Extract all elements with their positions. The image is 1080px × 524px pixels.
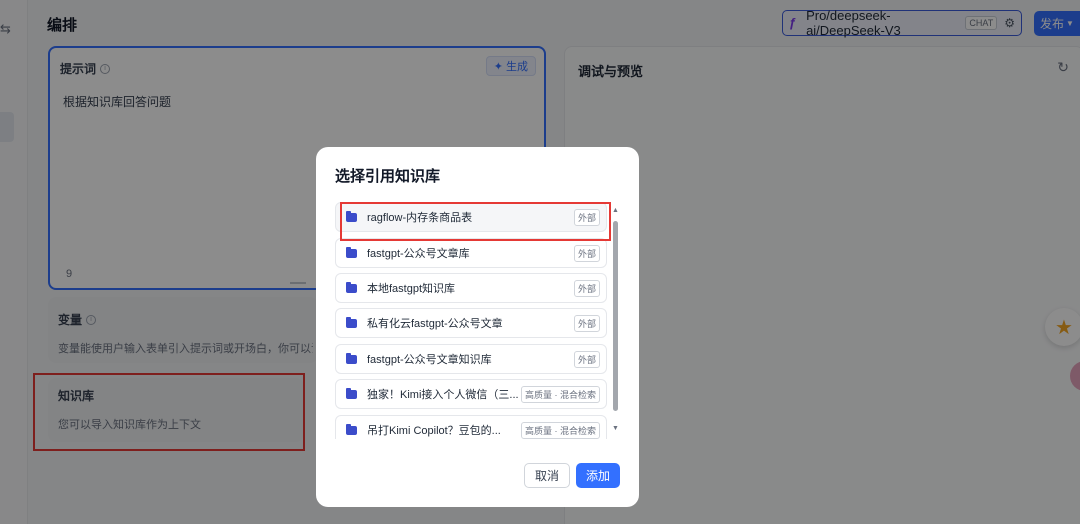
annotation-highlight-ragflow-item	[340, 202, 611, 241]
knowledge-list-item[interactable]: fastgpt-公众号文章知识库 外部	[335, 344, 607, 374]
list-scrollbar[interactable]: ▲ ▼	[611, 207, 621, 439]
scrollbar-thumb[interactable]	[613, 221, 618, 411]
folder-icon	[346, 352, 357, 364]
folder-icon	[346, 387, 357, 399]
folder-icon	[346, 281, 357, 293]
source-tag: 外部	[573, 314, 600, 332]
select-knowledge-modal: 选择引用知识库 ragflow-内存条商品表 外部 fastgpt-公众号文章库…	[316, 147, 639, 507]
folder-icon	[346, 316, 357, 328]
knowledge-list-item[interactable]: 吊打Kimi Copilot？豆包的... 高质量 · 混合检索	[335, 415, 607, 439]
folder-icon	[346, 423, 357, 435]
source-tag: 外部	[573, 244, 600, 262]
modal-title: 选择引用知识库	[335, 168, 441, 185]
source-tag: 外部	[573, 350, 600, 368]
knowledge-list-item[interactable]: 本地fastgpt知识库 外部	[335, 273, 607, 303]
knowledge-list-item[interactable]: fastgpt-公众号文章库 外部	[335, 238, 607, 268]
scroll-up-icon[interactable]: ▲	[612, 207, 619, 214]
cancel-button[interactable]: 取消	[524, 463, 570, 488]
add-button[interactable]: 添加	[576, 463, 620, 488]
scroll-down-icon[interactable]: ▼	[612, 425, 619, 432]
source-tag: 外部	[573, 279, 600, 297]
folder-icon	[346, 246, 357, 258]
knowledge-list-item[interactable]: 私有化云fastgpt-公众号文章 外部	[335, 308, 607, 338]
knowledge-list-item[interactable]: 独家！Kimi接入个人微信（三... 高质量 · 混合检索	[335, 379, 607, 409]
source-tag: 高质量 · 混合检索	[521, 385, 600, 403]
source-tag: 高质量 · 混合检索	[521, 421, 600, 439]
